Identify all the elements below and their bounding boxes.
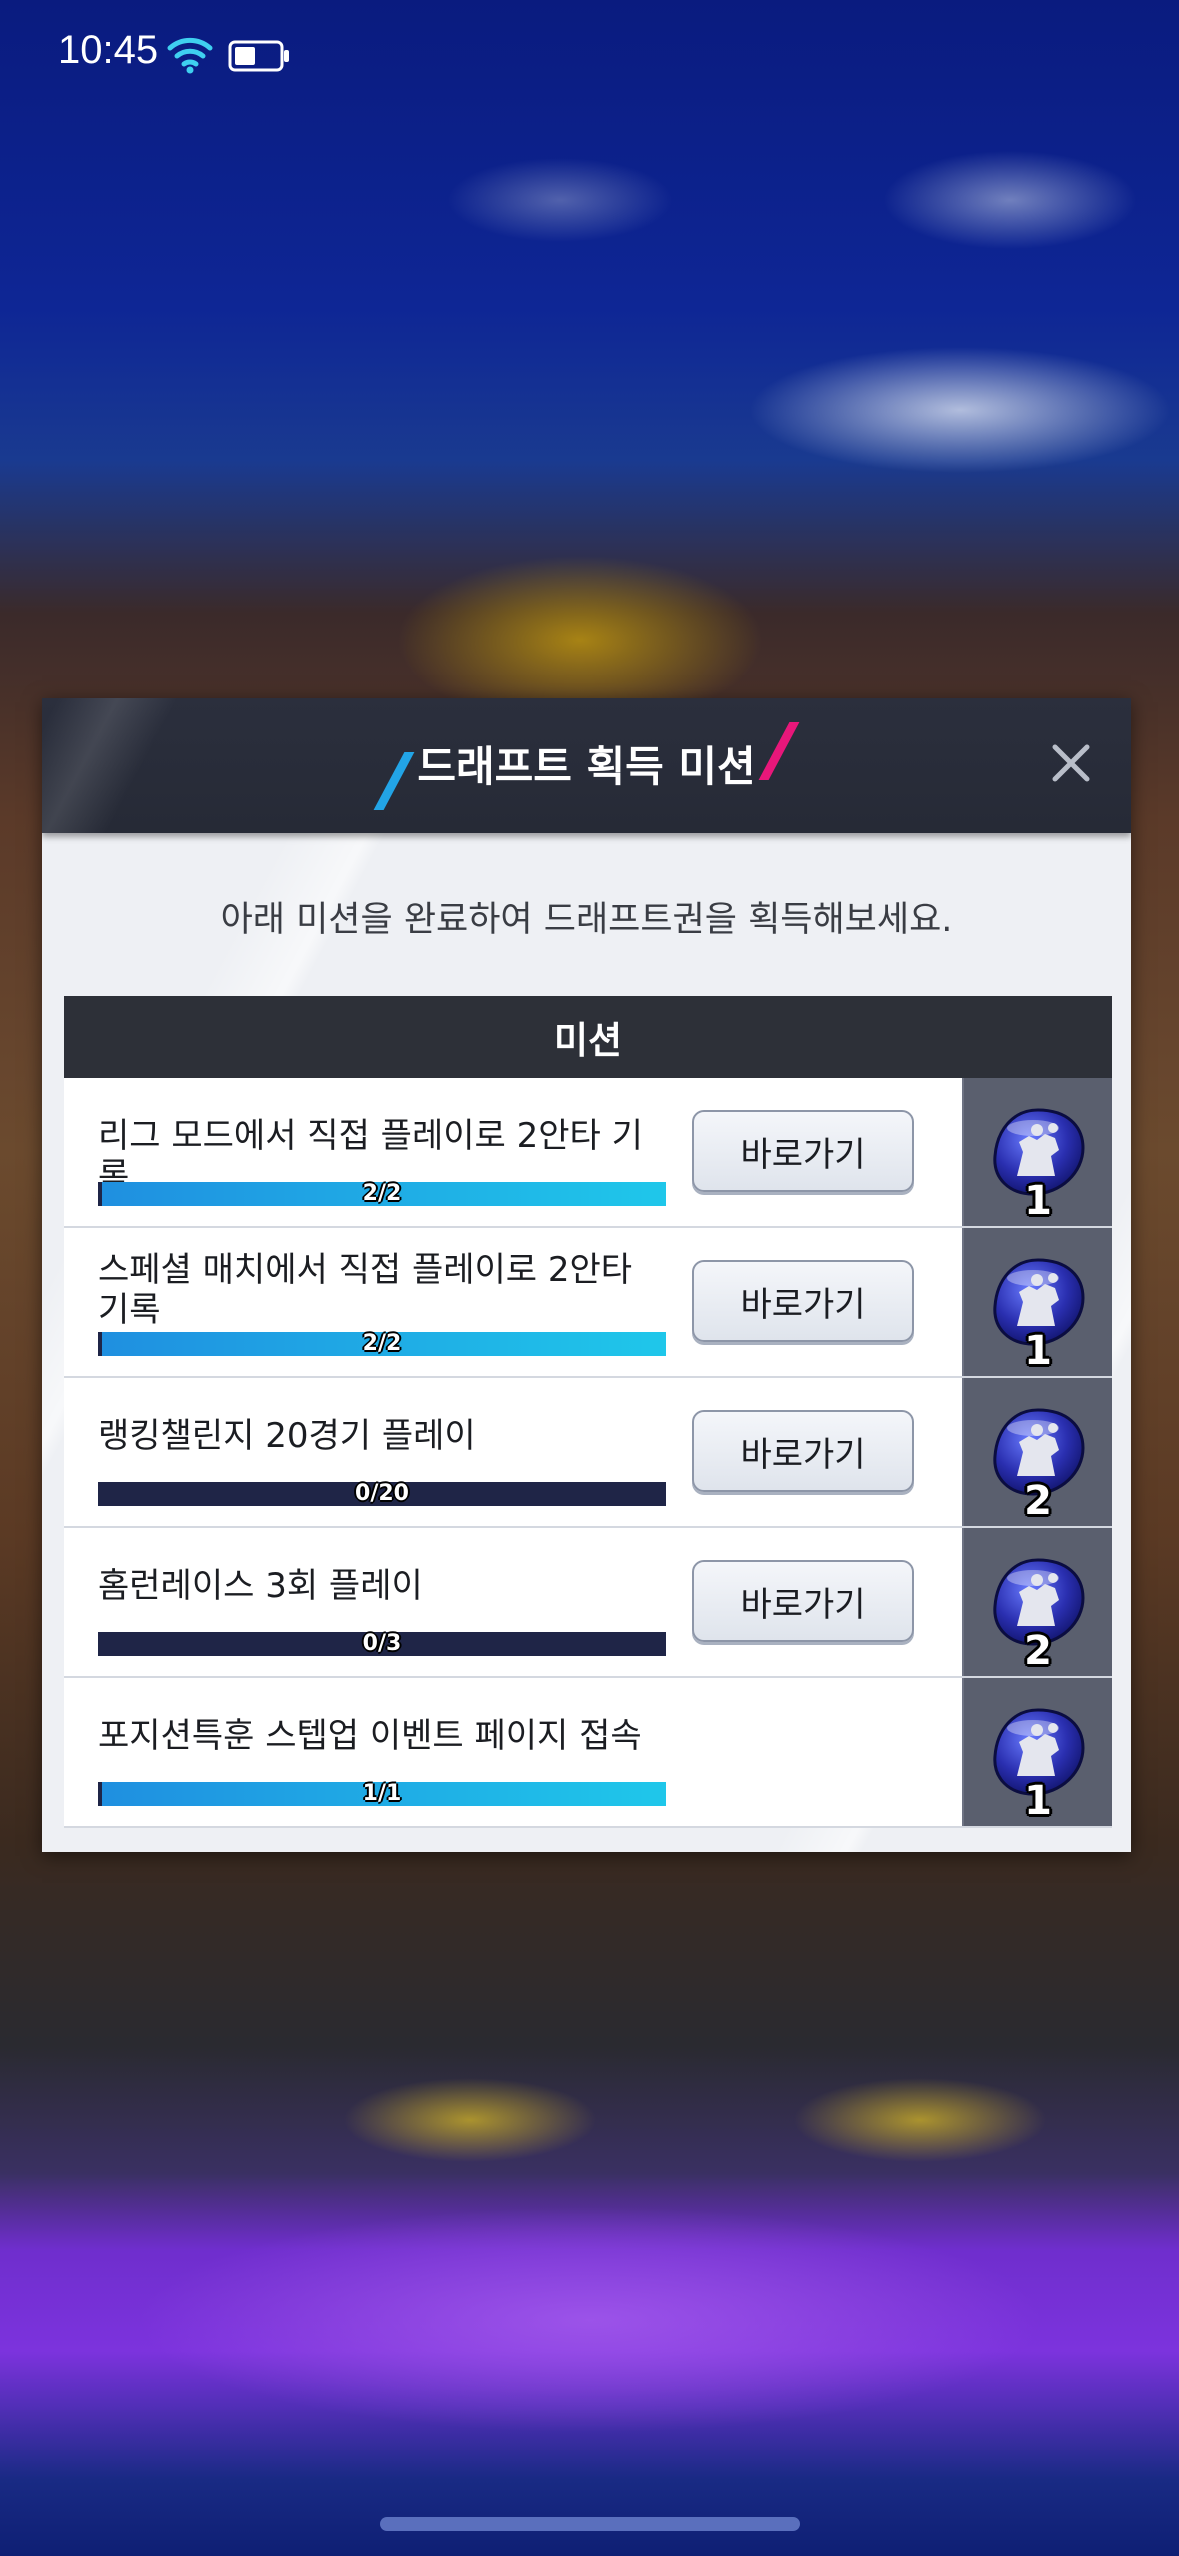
mission-reward: 2	[962, 1528, 1112, 1676]
mission-table-header: 미션	[64, 996, 1112, 1078]
mission-row: 포지션특훈 스텝업 이벤트 페이지 접속 1/1 1	[64, 1678, 1112, 1828]
mission-row: 홈런레이스 3회 플레이 0/3 바로가기 2	[64, 1528, 1112, 1678]
mission-row: 리그 모드에서 직접 플레이로 2안타 기록 2/2 바로가기 1	[64, 1078, 1112, 1228]
draft-mission-dialog: 드래프트 획득 미션 아래 미션을 완료하여 드래프트권을 획득해보세요. 미션…	[42, 698, 1131, 1852]
mission-progress-text: 2/2	[362, 1331, 402, 1356]
reward-count: 1	[1024, 1328, 1052, 1374]
mission-row: 스페셜 매치에서 직접 플레이로 2안타 기록 2/2 바로가기 1	[64, 1228, 1112, 1378]
dialog-header: 드래프트 획득 미션	[42, 698, 1131, 833]
mission-progress-text: 0/20	[355, 1481, 409, 1506]
dialog-title: 드래프트 획득 미션	[417, 742, 756, 791]
mission-label: 포지션특훈 스텝업 이벤트 페이지 접속	[98, 1716, 642, 1756]
mission-progress-text: 1/1	[362, 1781, 402, 1806]
mission-progress-bar: 1/1	[98, 1781, 666, 1806]
mission-progress-bar: 2/2	[98, 1181, 666, 1206]
status-bar: 10:45	[0, 0, 1179, 110]
mission-table: 미션 리그 모드에서 직접 플레이로 2안타 기록 2/2 바로가기 1 스페셜 매치에…	[64, 996, 1112, 1828]
mission-label: 랭킹챌린지 20경기 플레이	[98, 1416, 476, 1456]
status-time: 10:45	[58, 28, 159, 72]
title-accent-left	[373, 751, 415, 810]
mission-progress-bar: 2/2	[98, 1331, 666, 1356]
mission-progress-bar: 0/20	[98, 1481, 666, 1506]
go-to-mission-button[interactable]: 바로가기	[692, 1260, 914, 1342]
reward-count: 1	[1024, 1778, 1052, 1824]
mission-progress-text: 0/3	[362, 1631, 402, 1656]
battery-icon	[228, 40, 289, 72]
go-to-mission-button[interactable]: 바로가기	[692, 1410, 914, 1492]
mission-label: 홈런레이스 3회 플레이	[98, 1566, 423, 1606]
mission-progress-bar: 0/3	[98, 1631, 666, 1656]
mission-row: 랭킹챌린지 20경기 플레이 0/20 바로가기 2	[64, 1378, 1112, 1528]
close-icon[interactable]	[1041, 733, 1101, 793]
title-accent-right	[758, 721, 800, 780]
go-to-mission-button[interactable]: 바로가기	[692, 1110, 914, 1192]
dialog-subtitle: 아래 미션을 완료하여 드래프트권을 획득해보세요.	[220, 900, 953, 940]
mission-reward: 2	[962, 1378, 1112, 1526]
mission-label: 스페셜 매치에서 직접 플레이로 2안타 기록	[98, 1250, 633, 1330]
reward-count: 1	[1024, 1178, 1052, 1224]
mission-progress-text: 2/2	[362, 1181, 402, 1206]
wifi-icon	[167, 37, 213, 74]
mission-reward: 1	[962, 1228, 1112, 1376]
mission-reward: 1	[962, 1078, 1112, 1226]
go-to-mission-button[interactable]: 바로가기	[692, 1560, 914, 1642]
reward-count: 2	[1024, 1478, 1052, 1524]
home-indicator[interactable]	[380, 2517, 800, 2531]
mission-reward: 1	[962, 1678, 1112, 1826]
reward-count: 2	[1024, 1628, 1052, 1674]
